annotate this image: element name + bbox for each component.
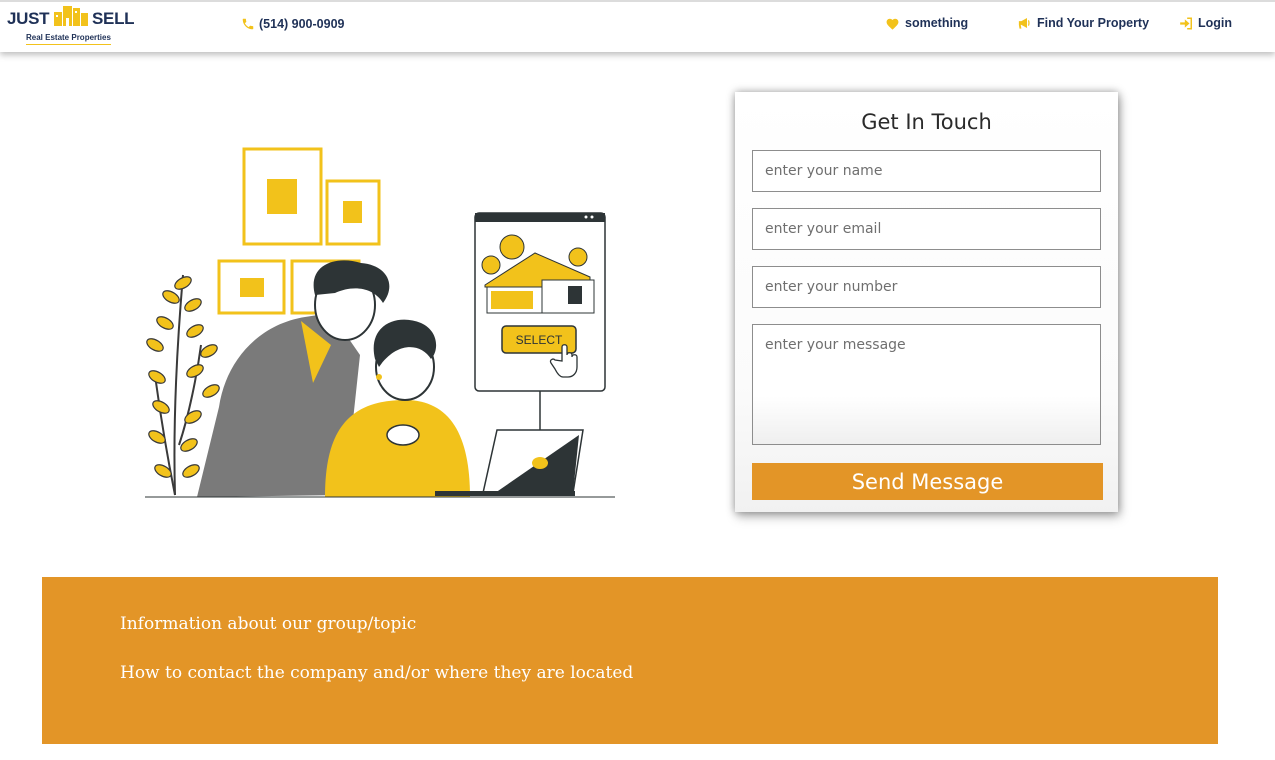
brand-logo[interactable]: JUST SELL Real Estate Properties (6, 4, 136, 48)
footer-contact-text: How to contact the company and/or where … (120, 663, 634, 683)
nav-item-find-your-property[interactable]: Find Your Property (1017, 16, 1149, 30)
message-textarea[interactable] (752, 324, 1101, 445)
phone-contact[interactable]: (514) 900-0909 (241, 17, 344, 31)
logo-tagline: Real Estate Properties (26, 33, 111, 45)
login-icon (1179, 17, 1193, 30)
logo-text-right: SELL (92, 9, 135, 28)
form-title: Get In Touch (861, 110, 992, 134)
phone-number-input[interactable] (752, 266, 1101, 308)
heart-icon (885, 17, 900, 30)
phone-number: (514) 900-0909 (259, 17, 345, 31)
buildings-logo-icon (54, 6, 88, 26)
contact-form-card: Get In Touch Send Message (735, 92, 1118, 512)
top-navbar: JUST SELL Real Estate Properties (514) 9… (0, 0, 1275, 52)
nav-label: Find Your Property (1037, 16, 1150, 30)
email-input[interactable] (752, 208, 1101, 250)
nav-item-something[interactable]: something (885, 16, 968, 30)
nav-label: something (905, 16, 969, 30)
footer-about-text: Information about our group/topic (120, 614, 417, 634)
send-message-button[interactable]: Send Message (752, 463, 1103, 500)
property-screen-illustration (474, 212, 606, 430)
name-input[interactable] (752, 150, 1101, 192)
select-button-label: SELECT (516, 333, 563, 347)
nav-item-login[interactable]: Login (1179, 16, 1232, 30)
nav-label: Login (1198, 16, 1233, 30)
logo-text-left: JUST (7, 9, 50, 28)
megaphone-icon (1017, 16, 1032, 30)
couple-house-search-illustration: SELECT (145, 147, 615, 498)
phone-icon (241, 17, 255, 31)
footer-info-section: Information about our group/topic How to… (42, 577, 1218, 744)
